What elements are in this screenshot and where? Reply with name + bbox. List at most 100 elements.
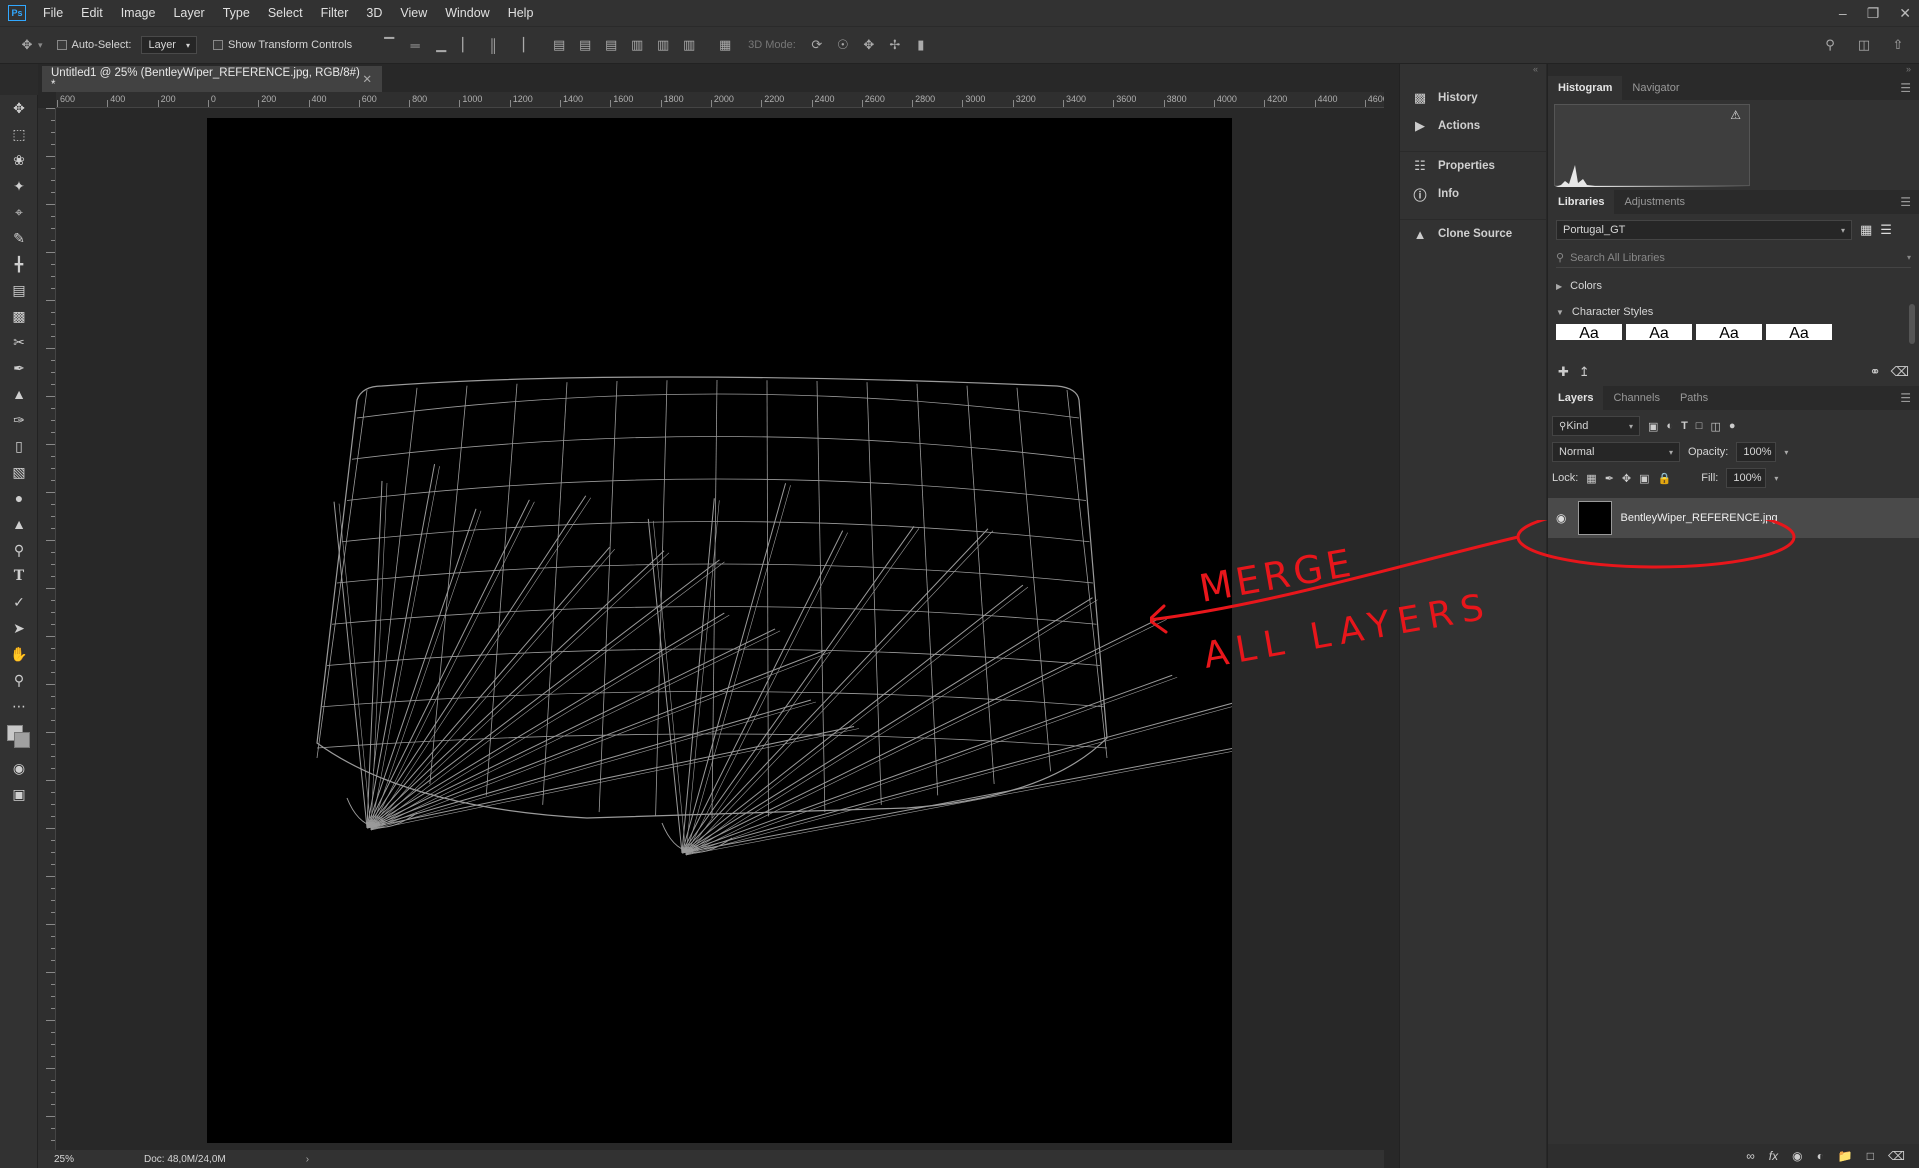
marquee-tool-icon[interactable]: ⬚ [0, 121, 38, 147]
workspace-icon[interactable]: ◫ [1853, 34, 1875, 56]
dodge-tool-icon[interactable]: ⚲ [0, 537, 38, 563]
distribute-right-icon[interactable]: ▥ [678, 34, 700, 56]
close-tab-icon[interactable]: ✕ [362, 72, 372, 86]
tab-channels[interactable]: Channels [1603, 386, 1669, 410]
type-tool-icon[interactable]: T [0, 563, 38, 589]
panel-info[interactable]: ⓘ Info [1400, 180, 1546, 208]
grid-view-icon[interactable]: ▦ [1860, 222, 1872, 238]
add-content-icon[interactable]: ✚ [1558, 364, 1569, 380]
add-mask-icon[interactable]: ◉ [1792, 1149, 1802, 1163]
search-icon[interactable]: ⚲ [1819, 34, 1841, 56]
fill-chevron-icon[interactable]: ▾ [1774, 474, 1778, 483]
zoom-level[interactable]: 25% [54, 1154, 124, 1165]
distribute-left-icon[interactable]: ▥ [626, 34, 648, 56]
libraries-scrollbar[interactable] [1909, 304, 1915, 344]
menu-layer[interactable]: Layer [164, 0, 213, 26]
panel-actions[interactable]: ▶ Actions [1400, 112, 1546, 140]
menu-filter[interactable]: Filter [312, 0, 358, 26]
menu-select[interactable]: Select [259, 0, 312, 26]
lasso-tool-icon[interactable]: ❀ [0, 147, 38, 173]
magic-wand-tool-icon[interactable]: ✦ [0, 173, 38, 199]
character-style-thumb[interactable]: Aa [1696, 324, 1762, 340]
tab-adjustments[interactable]: Adjustments [1614, 190, 1695, 214]
fx-icon[interactable]: fx [1769, 1149, 1778, 1163]
color-swatches[interactable] [0, 719, 38, 755]
blend-mode-select[interactable]: Normal ▾ [1552, 442, 1680, 462]
panel-history[interactable]: ▩ History [1400, 84, 1546, 112]
align-vcenter-icon[interactable]: ═ [404, 34, 426, 56]
collapse-arrows-icon[interactable]: » [1548, 64, 1919, 76]
3d-slide-icon[interactable]: ✢ [884, 34, 906, 56]
tab-histogram[interactable]: Histogram [1548, 76, 1623, 100]
content-aware-move-tool-icon[interactable]: ▩ [0, 303, 38, 329]
tab-navigator[interactable]: Navigator [1622, 76, 1689, 100]
filter-type-icon[interactable]: T [1681, 420, 1688, 432]
quick-mask-icon[interactable]: ◉ [0, 755, 38, 781]
auto-select-dropdown[interactable]: Layer ▾ [141, 36, 197, 54]
upload-icon[interactable]: ↥ [1579, 364, 1590, 380]
character-style-thumb[interactable]: Aa [1556, 324, 1622, 340]
trash-icon[interactable]: ⌫ [1888, 1149, 1905, 1163]
panel-menu-icon[interactable]: ☰ [1900, 391, 1911, 405]
section-character-styles[interactable]: ▼ Character Styles [1556, 306, 1911, 318]
screen-mode-icon[interactable]: ▣ [0, 781, 38, 807]
document-canvas[interactable] [207, 118, 1296, 1143]
panel-properties[interactable]: ☷ Properties [1400, 152, 1546, 180]
menu-image[interactable]: Image [112, 0, 165, 26]
blur-tool-icon[interactable]: ● [0, 485, 38, 511]
clone-stamp-tool-icon[interactable]: ▲ [0, 381, 38, 407]
3d-roll-icon[interactable]: ☉ [832, 34, 854, 56]
align-left-icon[interactable]: ▏ [456, 34, 478, 56]
minimize-icon[interactable]: – [1839, 5, 1847, 21]
auto-select-checkbox[interactable] [56, 40, 67, 50]
auto-align-icon[interactable]: ▦ [714, 34, 736, 56]
adjustment-layer-icon[interactable]: ◐ [1817, 1149, 1824, 1163]
menu-window[interactable]: Window [436, 0, 498, 26]
move-tool-icon[interactable]: ✥ [16, 34, 38, 56]
document-tab[interactable]: Untitled1 @ 25% (BentleyWiper_REFERENCE.… [42, 66, 382, 92]
creative-cloud-icon[interactable]: ⚭ [1870, 364, 1881, 380]
menu-file[interactable]: File [34, 0, 72, 26]
panel-clone-source[interactable]: ▲ Clone Source [1400, 220, 1546, 248]
filter-smart-object-icon[interactable]: ◫ [1710, 420, 1720, 433]
menu-type[interactable]: Type [214, 0, 259, 26]
status-chevron-icon[interactable]: › [306, 1154, 309, 1165]
align-top-icon[interactable]: ▔ [378, 34, 400, 56]
trash-icon[interactable]: ⌫ [1891, 364, 1909, 380]
library-search[interactable]: ⚲ Search All Libraries ▾ [1556, 248, 1911, 268]
eyedropper-tool-icon[interactable]: ✎ [0, 225, 38, 251]
distribute-vcenter-icon[interactable]: ▤ [574, 34, 596, 56]
align-hcenter-icon[interactable]: ║ [482, 34, 504, 56]
menu-view[interactable]: View [391, 0, 436, 26]
lock-all-icon[interactable]: 🔒 [1658, 472, 1672, 485]
new-layer-icon[interactable]: □ [1867, 1149, 1874, 1163]
new-group-icon[interactable]: 📁 [1838, 1149, 1853, 1163]
character-style-thumb[interactable]: Aa [1766, 324, 1832, 340]
ruler-tool-icon[interactable]: ▤ [0, 277, 38, 303]
healing-brush-tool-icon[interactable]: ╋ [0, 251, 38, 277]
link-layers-icon[interactable]: ∞ [1746, 1149, 1755, 1163]
eraser-tool-icon[interactable]: ▯ [0, 433, 38, 459]
background-color-swatch[interactable] [14, 732, 30, 748]
filter-adjustment-icon[interactable]: ◐ [1666, 420, 1673, 432]
3d-orbit-icon[interactable]: ⟳ [806, 34, 828, 56]
section-colors[interactable]: ▶ Colors [1556, 280, 1911, 292]
panel-menu-icon[interactable]: ☰ [1900, 195, 1911, 209]
restore-icon[interactable]: ❐ [1867, 5, 1880, 22]
filter-shape-icon[interactable]: □ [1696, 420, 1703, 432]
gradient-tool-icon[interactable]: ▧ [0, 459, 38, 485]
tab-layers[interactable]: Layers [1548, 386, 1604, 410]
opacity-input[interactable]: 100% [1736, 442, 1777, 462]
filter-toggle-icon[interactable]: ● [1729, 420, 1736, 432]
tab-libraries[interactable]: Libraries [1548, 190, 1615, 214]
warning-icon[interactable]: ⚠ [1730, 108, 1741, 122]
pen-tool-icon[interactable]: ✓ [0, 589, 38, 615]
3d-pan-icon[interactable]: ✥ [858, 34, 880, 56]
panel-menu-icon[interactable]: ☰ [1900, 81, 1911, 95]
crop-tool-icon[interactable]: ⌖ [0, 199, 38, 225]
lock-image-icon[interactable]: ✒ [1605, 472, 1614, 485]
align-right-icon[interactable]: ▕ [508, 34, 530, 56]
share-icon[interactable]: ⇧ [1887, 34, 1909, 56]
character-style-thumb[interactable]: Aa [1626, 324, 1692, 340]
scissors-tool-icon[interactable]: ✂ [0, 329, 38, 355]
